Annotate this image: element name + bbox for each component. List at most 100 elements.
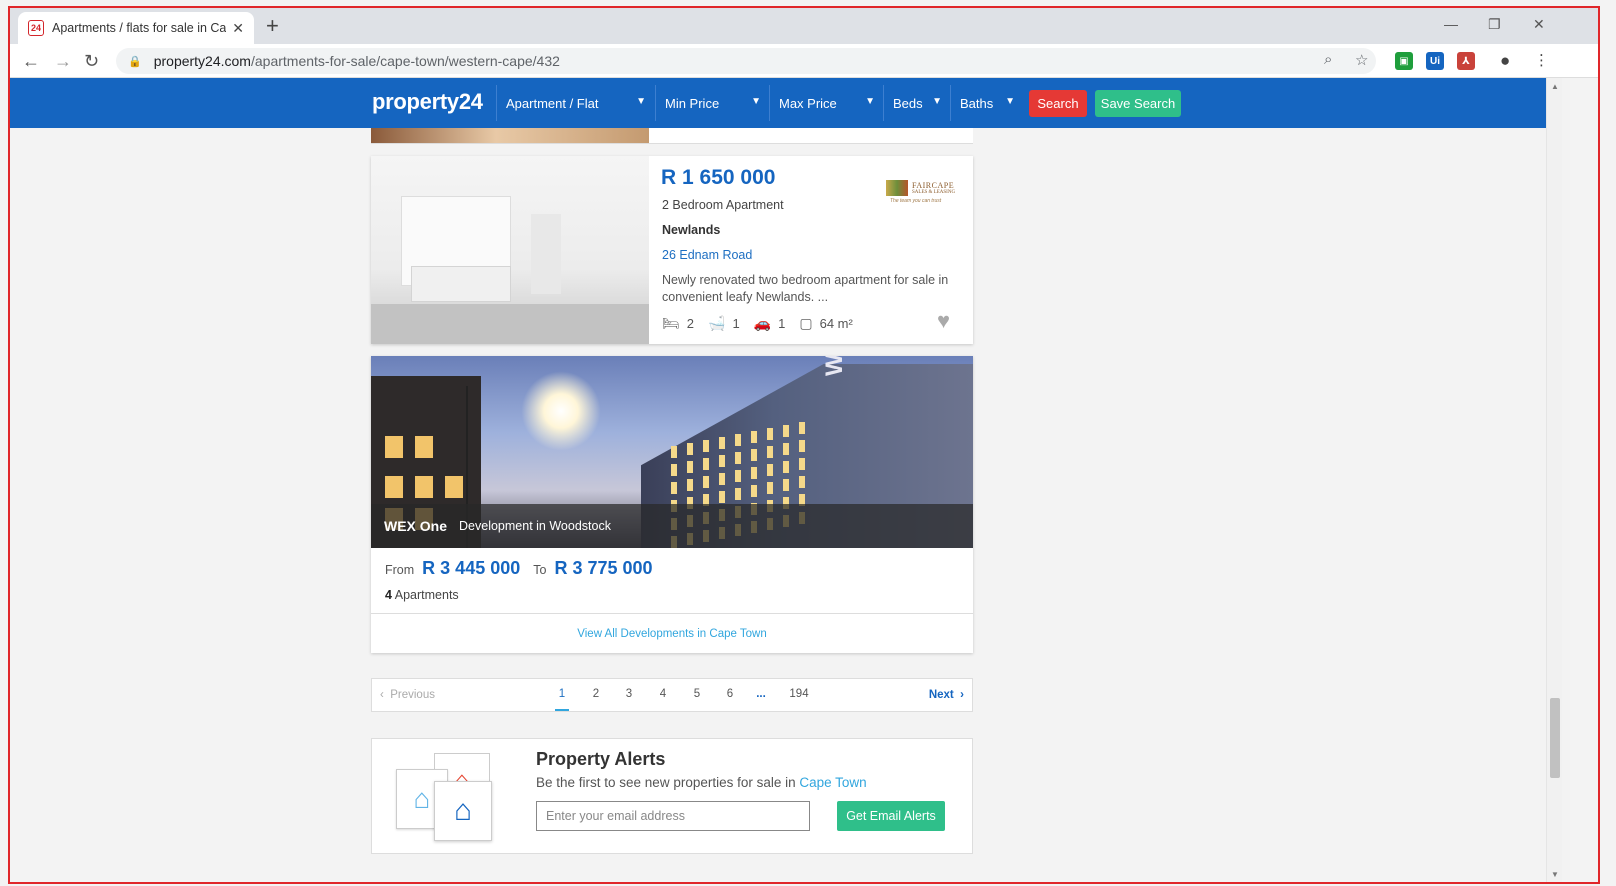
beds-select[interactable]: Beds ▼ (883, 85, 950, 121)
extension-pdf-icon[interactable]: ⅄ (1457, 52, 1475, 70)
baths-select[interactable]: Baths ▼ (950, 85, 1023, 121)
photo-counter (411, 266, 511, 302)
page-link[interactable]: 194 (787, 688, 811, 700)
listing-description: Newly renovated two bedroom apartment fo… (662, 273, 949, 304)
photo-window (799, 458, 805, 470)
listing-photo[interactable] (371, 156, 649, 344)
photo-window (687, 461, 693, 473)
property24-logo[interactable]: property24 (372, 89, 483, 115)
size-feature: ▢ 64 m² (799, 315, 852, 332)
photo-window (719, 473, 725, 485)
new-tab-icon[interactable]: + (266, 15, 279, 37)
bookmark-star-icon[interactable]: ☆ (1355, 51, 1368, 69)
alerts-illustration: ⌂ ⌂ ⌂ (396, 751, 498, 843)
listing-street[interactable]: 26 Ednam Road (662, 248, 752, 262)
parking-count: 1 (778, 316, 786, 331)
extension-ui-icon[interactable]: Ui (1426, 52, 1444, 70)
unit-label: Apartments (394, 588, 459, 602)
forward-icon[interactable]: → (54, 51, 72, 72)
zoom-icon[interactable]: ⌕ (1324, 51, 1332, 68)
bathrooms-count: 1 (732, 316, 740, 331)
floor-size: 64 m² (819, 316, 853, 331)
favourite-heart-icon[interactable]: ♥ (937, 308, 950, 334)
listing-card[interactable]: R 1 650 000 2 Bedroom Apartment Newlands… (371, 156, 973, 344)
page-link[interactable]: 2 (590, 688, 602, 700)
back-icon[interactable]: ← (22, 51, 40, 72)
profile-icon[interactable]: ● (1500, 51, 1510, 71)
development-caption: WEX One Development in Woodstock (371, 504, 973, 548)
listing-photo (371, 128, 649, 143)
photo-window (751, 485, 757, 497)
save-search-button[interactable]: Save Search (1095, 90, 1181, 117)
pagination: ‹ Previous 1 2 3 4 5 6 ... 194 Next › (371, 678, 973, 712)
photo-window (671, 446, 677, 458)
reload-icon[interactable]: ↻ (84, 51, 99, 72)
development-location: Development in Woodstock (459, 519, 611, 533)
page-link[interactable]: 5 (691, 688, 703, 700)
page-ellipsis[interactable]: ... (755, 688, 767, 700)
listing-price[interactable]: R 1 650 000 (661, 166, 775, 190)
next-label: Next (928, 689, 954, 701)
page-link[interactable]: 4 (657, 688, 669, 700)
photo-window (767, 482, 773, 494)
photo-window (751, 431, 757, 443)
minimize-icon[interactable]: — (1444, 16, 1458, 32)
alerts-city-link[interactable]: Cape Town (799, 775, 866, 790)
page-link[interactable]: 6 (724, 688, 736, 700)
car-icon: 🚗 (753, 315, 772, 331)
photo-window (751, 449, 757, 461)
photo-window (799, 440, 805, 452)
parking-feature: 🚗 1 (754, 315, 786, 332)
tab-strip: 24 Apartments / flats for sale in Cap ✕ … (10, 8, 1598, 44)
chevron-down-icon: ▼ (636, 96, 646, 107)
email-input[interactable]: Enter your email address (536, 801, 810, 831)
scroll-up-icon[interactable]: ▲ (1551, 82, 1559, 91)
site-header: property24 Apartment / Flat ▼ Min Price … (10, 78, 1546, 128)
property-type-select[interactable]: Apartment / Flat ▼ (496, 85, 654, 121)
beds-label: Beds (893, 95, 923, 111)
view-all-developments-link[interactable]: View All Developments in Cape Town (371, 613, 973, 653)
unit-count: 4 (385, 588, 392, 602)
previous-page-button[interactable]: ‹ Previous (380, 689, 435, 701)
agency-logo[interactable]: FAIRCAPE SALES & LEASING The team you ca… (886, 180, 962, 206)
page-link[interactable]: 1 (555, 688, 569, 711)
bed-icon: 🛏 (662, 315, 680, 331)
menu-kebab-icon[interactable]: ⋮ (1534, 51, 1549, 69)
tab-close-icon[interactable]: ✕ (232, 20, 244, 37)
scroll-down-icon[interactable]: ▼ (1551, 870, 1559, 879)
page-link[interactable]: 3 (623, 688, 635, 700)
min-price-label: Min Price (665, 95, 720, 111)
photo-window (719, 437, 725, 449)
tab-title: Apartments / flats for sale in Cap (52, 21, 227, 35)
url-input[interactable]: 🔒 property24.com/apartments-for-sale/cap… (116, 48, 1376, 74)
bath-icon: 🛁 (708, 315, 726, 331)
max-price-select[interactable]: Max Price ▼ (769, 85, 883, 121)
next-page-button[interactable]: Next › (929, 689, 964, 701)
browser-tab[interactable]: 24 Apartments / flats for sale in Cap ✕ (18, 12, 254, 44)
window-close-icon[interactable]: ✕ (1533, 16, 1545, 33)
photo-window (703, 440, 709, 452)
page-scrollbar[interactable]: ▲ ▼ (1546, 78, 1562, 882)
restore-icon[interactable]: ❐ (1488, 16, 1501, 33)
bedrooms-feature: 🛏 2 (662, 315, 694, 332)
photo-window (687, 443, 693, 455)
development-name[interactable]: WEX One (384, 518, 447, 534)
price-to-label: To (533, 563, 547, 577)
get-email-alerts-button[interactable]: Get Email Alerts (837, 801, 945, 831)
min-price-select[interactable]: Min Price ▼ (655, 85, 769, 121)
development-card[interactable]: WEX WEX One Development in Woodstock Fro… (371, 356, 973, 653)
listing-type: 2 Bedroom Apartment (662, 198, 784, 212)
photo-window (687, 479, 693, 491)
previous-listing-card[interactable] (371, 128, 973, 144)
search-button[interactable]: Search (1029, 90, 1087, 117)
photo-window (767, 464, 773, 476)
development-price-range: From R 3 445 000 To R 3 775 000 (385, 558, 666, 579)
alerts-title: Property Alerts (536, 749, 666, 769)
photo-window (719, 491, 725, 503)
extension-green-icon[interactable]: ▣ (1395, 52, 1413, 70)
price-to: R 3 775 000 (554, 558, 653, 578)
listing-suburb: Newlands (662, 223, 721, 237)
address-bar: ← → ↻ 🔒 property24.com/apartments-for-sa… (10, 44, 1598, 78)
scrollbar-thumb[interactable] (1550, 698, 1560, 778)
alerts-subtitle: Be the first to see new properties for s… (536, 775, 867, 790)
